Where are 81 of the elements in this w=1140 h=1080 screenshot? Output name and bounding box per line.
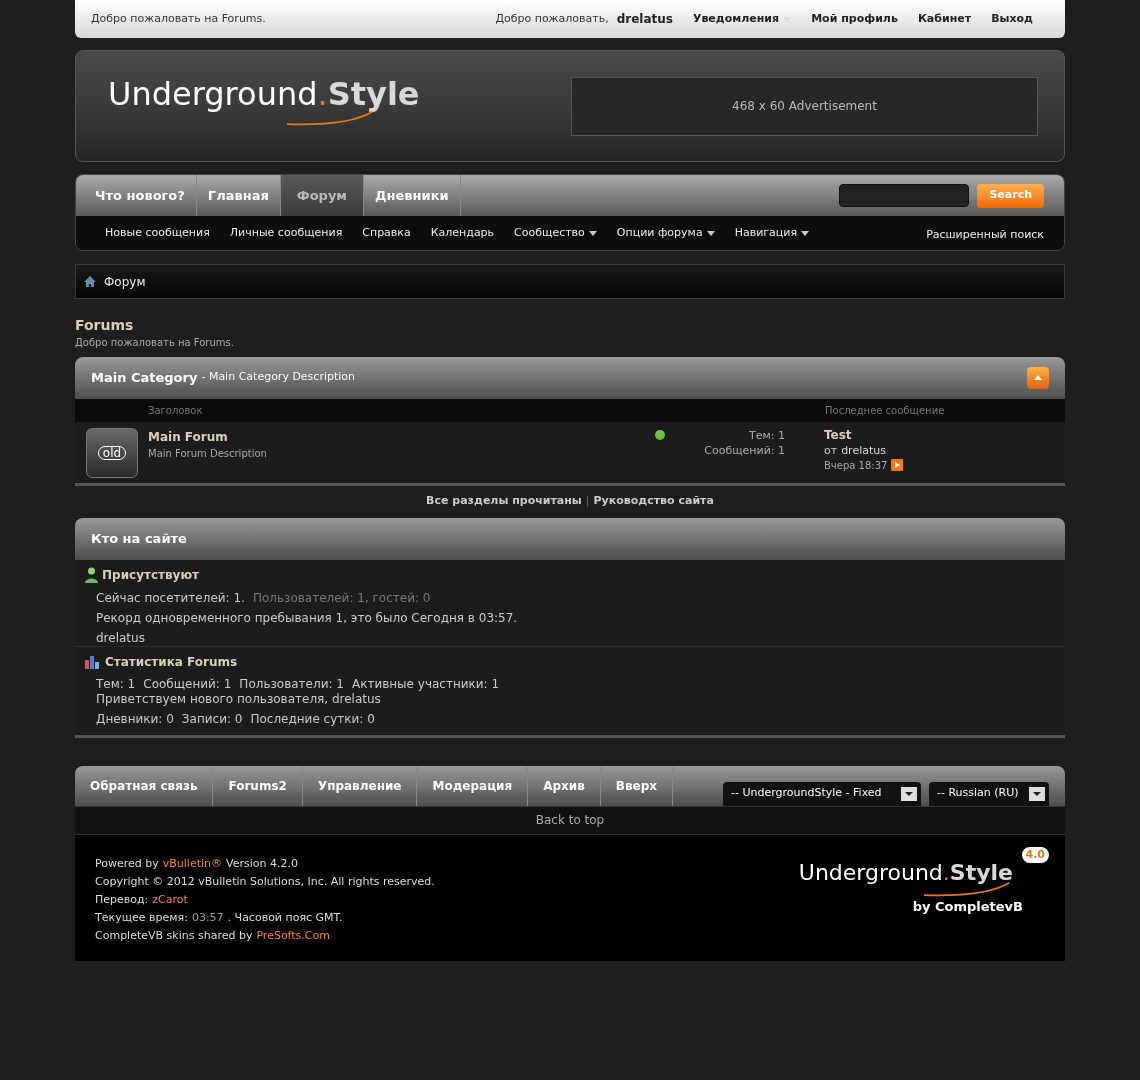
online-info-text: Тем: 1 [96,676,136,692]
select-dropdown[interactable]: -- UndergroundStyle - Fixed [723,781,921,806]
post-count: Сообщений: 1 [704,442,785,458]
page-title: Forums [75,317,135,335]
forum-title[interactable]: Main Forum [148,427,267,446]
logo: Underground.Style [108,74,434,126]
top-link[interactable]: Кабинет [917,10,972,28]
goto-post-icon[interactable] [891,459,904,471]
by-label: от [824,442,838,458]
section-heading: Присутствуют [102,566,200,584]
online-info-text: Рекорд одновременного пребывания 1, это было Сегодня в 03:57. [96,609,518,626]
separator: | [585,493,590,510]
credit-text: Version 4.2.0 [226,855,298,872]
search-field[interactable] [839,184,970,207]
subnav-link[interactable]: Новые сообщения [105,224,210,242]
footer-tab[interactable]: Модерация [417,765,529,806]
credit-text: . Часовой пояс GMT. [227,909,343,926]
username-link[interactable]: drelatus [616,10,673,28]
online-info-text: Сейчас посетителей: 1. [96,589,245,606]
footer-tab[interactable]: Обратная связь [75,765,214,806]
credit-text[interactable]: PreSofts.Com [256,926,330,945]
collapse-icon [1034,375,1042,380]
category-title[interactable]: Main Category [91,367,198,388]
credit-text: CompleteVB skins shared by [95,927,253,944]
top-link[interactable]: Уведомления [692,10,792,28]
greeting-text: Добро пожаловать, [495,10,609,27]
subnav-link[interactable]: Личные сообщения [229,224,343,242]
online-info-text: Дневники: 0 [96,711,174,727]
credit-text: Текущее время: [95,909,188,926]
welcome-text: Добро пожаловать на Forums. [91,10,266,27]
advanced-search-link[interactable]: Расширенный поиск [926,226,1044,244]
footer-tab[interactable]: Вверх [600,765,674,806]
forum-description: Main Forum Description [148,446,267,461]
collapse-button[interactable] [1027,366,1049,389]
column-header: Заголовок [148,403,203,418]
credit-text: Перевод: [95,891,149,908]
footer-tab[interactable]: Управление [302,765,418,806]
online-info-text: Пользователей: 1, гостей: 0 [252,589,431,606]
online-info-text: Приветствуем нового пользователя, drelatus [96,691,381,707]
author-link[interactable]: drelatus [841,442,886,458]
thread-count: Тем: 1 [749,427,785,443]
last-post-title[interactable]: Test [824,427,1054,443]
select-dropdown[interactable]: -- Russian (RU) [929,781,1049,806]
subnav-link[interactable]: Справка [362,224,411,242]
online-info-text: Сообщений: 1 [143,676,232,692]
home-icon[interactable] [84,276,96,287]
online-info-text: Последние сутки: 0 [250,711,375,727]
online-info-text: Записи: 0 [181,711,243,727]
user-icon [85,566,98,583]
online-info-text: drelatus [96,629,145,646]
bar-chart-icon [85,654,101,669]
last-post-time: Вчера 18:37 [824,458,888,473]
nav-tab[interactable]: Форум [280,175,364,216]
section-heading: Статистика Forums [105,653,238,671]
subnav-link[interactable]: Опции форума [616,224,715,242]
footer-tab[interactable]: Forums2 [213,765,303,806]
version-badge: 4.0 [1021,846,1049,863]
footer-tab[interactable]: Архив [528,765,601,806]
advertisement-text: 468 x 60 Advertisement [732,98,877,115]
subnav-link[interactable]: Навигация [734,224,810,242]
credit-text: 03:57 [191,909,224,926]
forum-icon: old [86,427,138,478]
credit-text[interactable]: zCarot [152,890,188,909]
whos-online-title: Кто на сайте [91,529,187,548]
byline-text: by CompletevB [912,898,1023,917]
page-description: Добро пожаловать на Forums. [75,335,235,350]
credit-text[interactable]: vBulletin® [162,854,222,873]
subnav-link[interactable]: Сообщество [514,224,597,242]
forum-link[interactable]: Все разделы прочитаны [426,493,582,510]
forum-link[interactable]: Руководство сайта [593,493,714,510]
online-info-text: Пользователи: 1 [239,676,344,692]
top-link[interactable]: Выход [991,10,1033,28]
column-header: Последнее сообщение [825,403,946,418]
credit-text: Copyright © 2012 vBulletin Solutions, Inc. All rights reserved. [95,873,435,890]
top-link[interactable]: Мой профиль [811,10,898,28]
back-to-top-link[interactable]: Back to top [535,811,605,829]
breadcrumb-link[interactable]: Форум [104,272,146,291]
subnav-link[interactable]: Календарь [430,224,495,242]
category-description: - Main Category Description [201,369,356,386]
online-info-text: Активные участники: 1 [351,676,500,692]
credit-text: Powered by [95,855,159,872]
